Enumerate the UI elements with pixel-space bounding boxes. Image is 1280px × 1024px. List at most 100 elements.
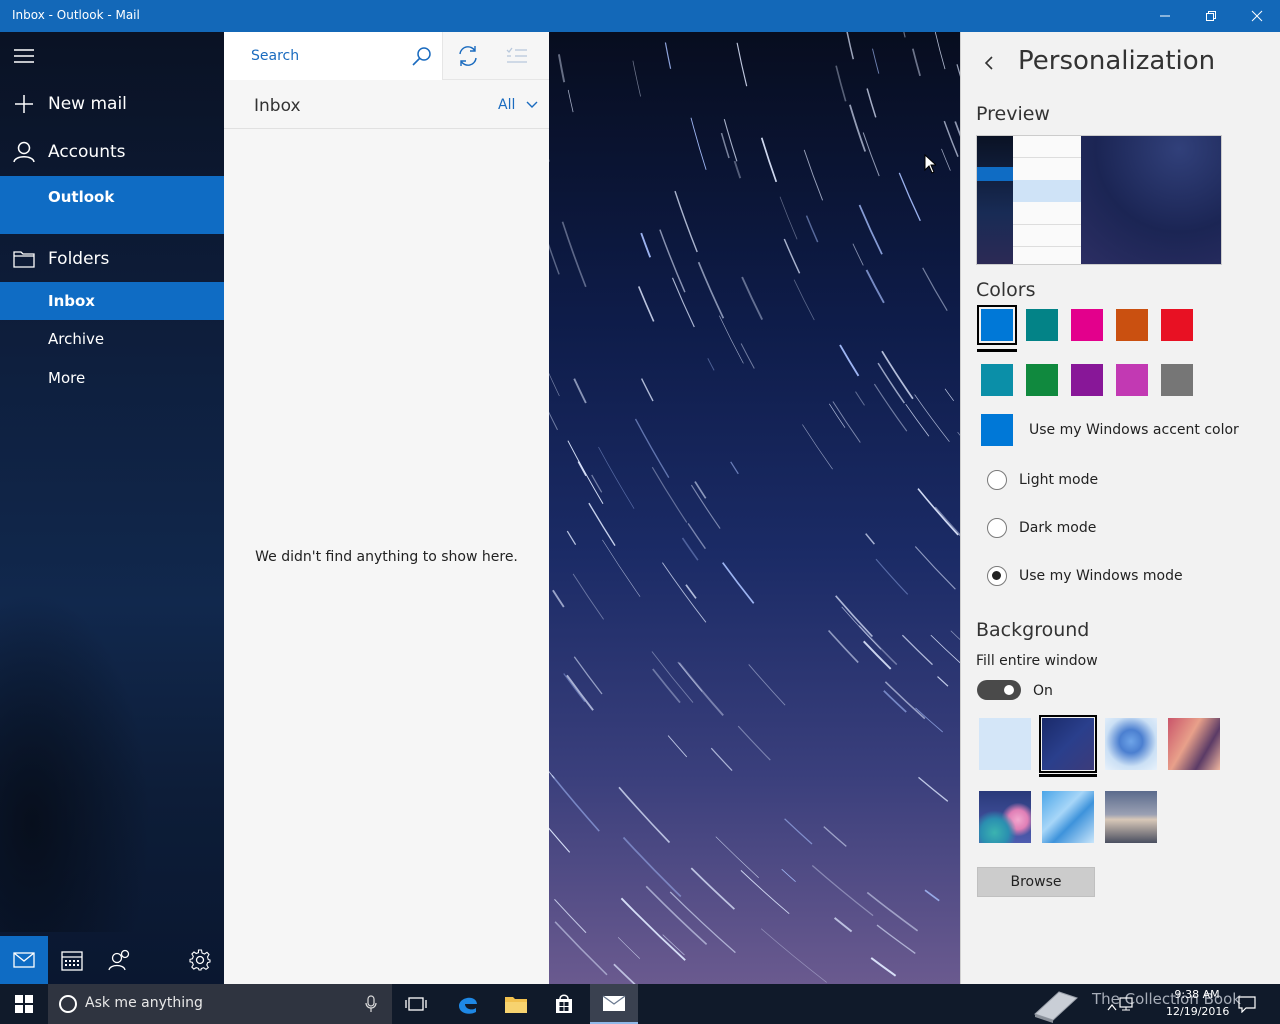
color-swatch[interactable] bbox=[981, 364, 1013, 396]
star-trail bbox=[736, 42, 748, 87]
background-thumb-star-trails[interactable] bbox=[1039, 715, 1097, 773]
start-button[interactable] bbox=[0, 984, 48, 1024]
star-trail bbox=[651, 466, 688, 523]
star-trail bbox=[934, 32, 946, 70]
clock-date[interactable]: 12/19/2016 bbox=[1166, 1005, 1229, 1018]
color-swatch[interactable] bbox=[1071, 364, 1103, 396]
star-trail bbox=[563, 673, 586, 703]
calendar-app-button[interactable] bbox=[48, 936, 96, 984]
star-trail bbox=[645, 885, 708, 946]
background-thumb-abstract[interactable] bbox=[979, 791, 1031, 843]
edge-icon bbox=[459, 997, 477, 1014]
color-swatch[interactable] bbox=[1026, 309, 1058, 341]
background-thumb-crystal[interactable] bbox=[1042, 791, 1094, 843]
search-input[interactable]: Search bbox=[224, 32, 443, 80]
minimize-button[interactable] bbox=[1142, 0, 1188, 32]
back-button[interactable] bbox=[983, 54, 995, 76]
star-trail bbox=[914, 394, 950, 442]
edge-browser-button[interactable] bbox=[444, 984, 492, 1024]
windows-mode-radio[interactable] bbox=[987, 566, 1007, 586]
cortana-icon bbox=[59, 995, 77, 1013]
show-hidden-icons-button[interactable] bbox=[1107, 996, 1117, 1015]
star-trail bbox=[690, 117, 707, 170]
color-swatch[interactable] bbox=[1161, 309, 1193, 341]
network-status-button[interactable] bbox=[1118, 996, 1134, 1016]
background-thumb-canyon[interactable] bbox=[1168, 718, 1220, 770]
filter-label: All bbox=[498, 97, 516, 113]
color-swatch[interactable] bbox=[1026, 364, 1058, 396]
filter-dropdown[interactable]: All bbox=[498, 97, 538, 113]
background-thumb-tree[interactable] bbox=[1105, 718, 1157, 770]
file-explorer-button[interactable] bbox=[492, 984, 540, 1024]
close-button[interactable] bbox=[1234, 0, 1280, 32]
task-view-button[interactable] bbox=[392, 984, 440, 1024]
restore-button[interactable] bbox=[1188, 0, 1234, 32]
hamburger-button[interactable] bbox=[0, 32, 224, 80]
color-swatch[interactable] bbox=[1116, 364, 1148, 396]
settings-button[interactable] bbox=[176, 936, 224, 984]
clock-time[interactable]: 9:38 AM bbox=[1166, 988, 1228, 1001]
star-trail bbox=[561, 221, 587, 288]
star-trail bbox=[566, 674, 594, 711]
star-trail bbox=[915, 707, 943, 733]
dark-mode-label: Dark mode bbox=[1019, 520, 1097, 536]
mail-taskbar-button[interactable] bbox=[590, 984, 638, 1024]
people-icon bbox=[108, 949, 130, 971]
star-trail bbox=[730, 461, 739, 475]
light-mode-radio[interactable] bbox=[987, 470, 1007, 490]
folder-more[interactable]: More bbox=[0, 359, 224, 397]
star-trail bbox=[697, 261, 725, 319]
star-trail bbox=[924, 889, 940, 902]
dark-mode-radio[interactable] bbox=[987, 518, 1007, 538]
select-mode-icon[interactable] bbox=[506, 47, 528, 69]
folder-archive[interactable]: Archive bbox=[0, 320, 224, 358]
background-heading: Background bbox=[976, 619, 1090, 641]
background-thumb-lake[interactable] bbox=[1105, 791, 1157, 843]
cortana-search-box[interactable]: Ask me anything bbox=[48, 984, 392, 1024]
restore-icon bbox=[1206, 11, 1216, 21]
search-placeholder: Search bbox=[251, 48, 300, 64]
preview-nav-highlight bbox=[977, 167, 1013, 181]
star-trail bbox=[866, 891, 919, 932]
color-swatch[interactable] bbox=[1116, 309, 1148, 341]
people-app-button[interactable] bbox=[96, 936, 144, 984]
star-trail bbox=[805, 215, 819, 243]
star-trail bbox=[640, 378, 654, 402]
star-trail bbox=[671, 277, 695, 328]
accounts-button[interactable]: Accounts bbox=[0, 128, 224, 176]
star-trail bbox=[950, 630, 960, 641]
color-swatch[interactable] bbox=[1071, 309, 1103, 341]
store-button[interactable] bbox=[540, 984, 588, 1024]
star-trail bbox=[823, 826, 847, 847]
star-trail bbox=[852, 243, 864, 266]
new-mail-button[interactable]: New mail bbox=[0, 80, 224, 128]
folders-button[interactable]: Folders bbox=[0, 234, 224, 284]
star-trail bbox=[566, 530, 577, 546]
folder-inbox[interactable]: Inbox bbox=[0, 282, 224, 320]
accent-color-checkbox[interactable] bbox=[981, 414, 1013, 446]
mail-app-button[interactable] bbox=[0, 936, 48, 984]
empty-state-message: We didn't find anything to show here. bbox=[255, 549, 518, 565]
star-trail bbox=[760, 928, 827, 983]
account-outlook[interactable]: Outlook bbox=[0, 176, 224, 234]
star-trail bbox=[914, 546, 956, 590]
star-trail bbox=[833, 917, 853, 933]
microphone-icon[interactable] bbox=[365, 995, 377, 1013]
search-bar: Search bbox=[224, 32, 549, 80]
selected-background-underline bbox=[1039, 774, 1097, 777]
sync-icon[interactable] bbox=[457, 45, 479, 71]
browse-button[interactable]: Browse bbox=[977, 867, 1095, 897]
star-trail bbox=[793, 279, 815, 321]
star-trail bbox=[740, 343, 755, 369]
action-center-button[interactable] bbox=[1238, 995, 1256, 1017]
star-trail bbox=[858, 204, 883, 255]
star-trail bbox=[877, 362, 906, 404]
plus-icon bbox=[0, 95, 48, 113]
background-thumb-plain[interactable] bbox=[979, 718, 1031, 770]
navigation-pane: New mail Accounts Outlook Folders Inbox … bbox=[0, 32, 224, 984]
color-swatch[interactable] bbox=[1161, 364, 1193, 396]
star-trail bbox=[687, 523, 706, 550]
fill-window-toggle[interactable] bbox=[977, 680, 1021, 700]
search-icon[interactable] bbox=[412, 46, 432, 70]
store-icon bbox=[556, 994, 572, 1013]
